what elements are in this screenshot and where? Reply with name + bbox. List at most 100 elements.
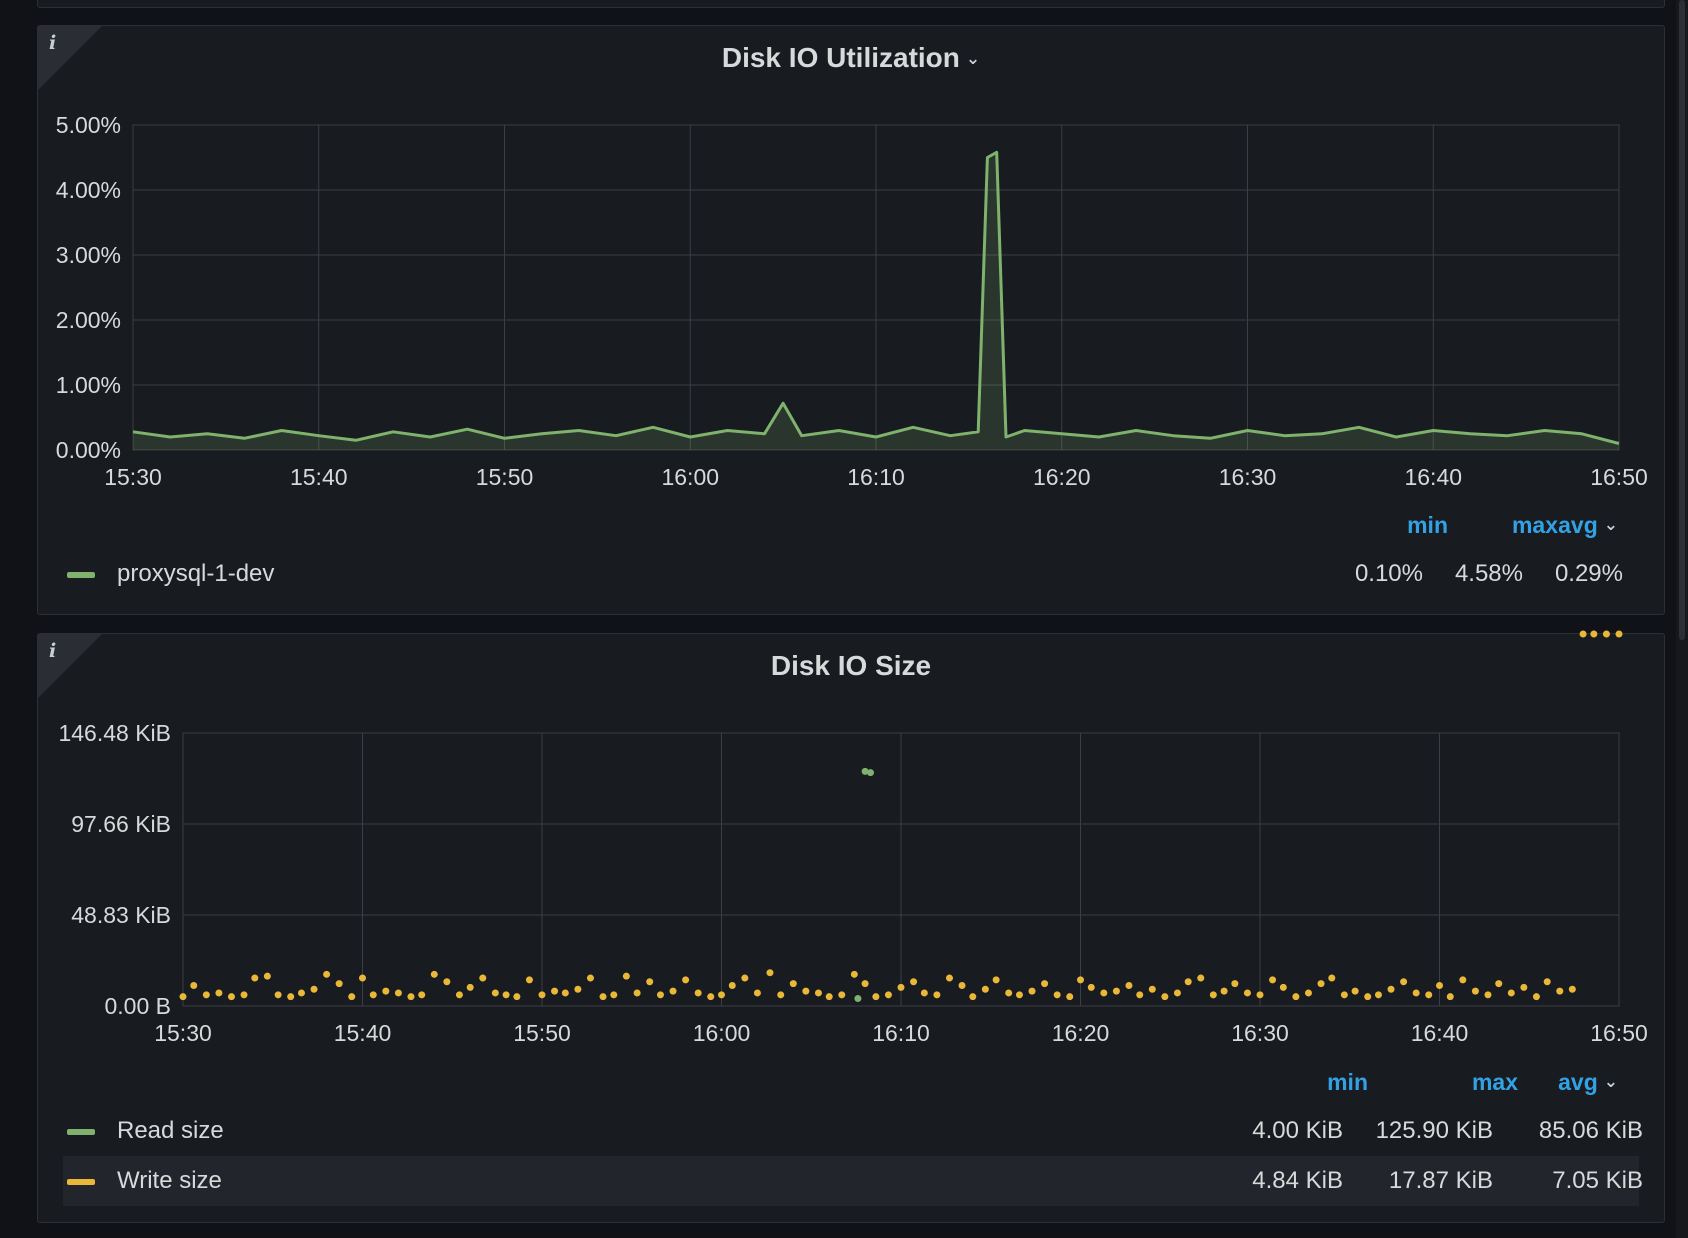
y-tick-label: 0.00%: [56, 437, 121, 463]
x-tick-label: 16:40: [1404, 464, 1462, 490]
data-point: [359, 974, 366, 982]
data-point: [777, 991, 785, 999]
data-point: [502, 991, 510, 999]
legend-swatch[interactable]: [67, 1179, 95, 1185]
data-point: [945, 974, 953, 982]
data-point: [969, 993, 977, 1001]
data-point: [825, 993, 833, 1001]
previous-panel-edge: [37, 0, 1665, 8]
data-point: [1015, 991, 1023, 999]
data-point: [586, 974, 594, 982]
legend-series-name[interactable]: Read size: [117, 1117, 224, 1145]
data-point: [1568, 985, 1576, 993]
data-point: [394, 989, 402, 997]
data-point: [814, 989, 822, 997]
data-point: [622, 972, 630, 980]
data-point: [1340, 991, 1348, 999]
data-point: [992, 976, 1000, 984]
legend-header-avg-label: avg: [1558, 512, 1598, 538]
x-tick-label: 16:30: [1231, 1020, 1289, 1046]
data-point: [718, 991, 725, 999]
data-point: [263, 972, 271, 980]
data-point: [1317, 980, 1325, 988]
data-point: [1615, 630, 1623, 638]
legend-row-proxysql[interactable]: proxysql-1-dev 0.10% 4.58% 0.29%: [63, 549, 1639, 599]
data-point: [1532, 993, 1540, 1001]
legend-row-write-size[interactable]: Write size 4.84 KiB 17.87 KiB 7.05 KiB: [63, 1156, 1643, 1206]
x-tick-label: 16:20: [1033, 464, 1091, 490]
data-point: [1112, 987, 1120, 995]
x-tick-label: 16:40: [1411, 1020, 1469, 1046]
data-point: [551, 987, 559, 995]
data-point: [861, 980, 869, 988]
data-point: [202, 991, 210, 999]
legend-header-min[interactable]: min: [1368, 512, 1448, 539]
data-point: [1292, 993, 1300, 1001]
data-point: [1136, 991, 1144, 999]
data-point: [656, 991, 664, 999]
data-point: [1579, 630, 1587, 638]
x-tick-label: 16:00: [693, 1020, 751, 1046]
legend-header-avg[interactable]: avg ⌄: [1538, 512, 1618, 539]
data-point: [274, 991, 282, 999]
data-point: [981, 985, 989, 993]
data-point: [789, 980, 797, 988]
y-tick-label: 5.00%: [56, 112, 121, 138]
data-point: [561, 989, 569, 997]
data-point: [1436, 981, 1443, 989]
legend-row-read-size[interactable]: Read size 4.00 KiB 125.90 KiB 85.06 KiB: [63, 1106, 1643, 1156]
data-point: [1374, 991, 1382, 999]
data-point: [179, 993, 187, 1001]
y-tick-label: 3.00%: [56, 242, 121, 268]
data-point: [227, 993, 235, 1001]
scrollbar-thumb[interactable]: [1679, 0, 1685, 640]
x-tick-label: 15:40: [290, 464, 348, 490]
data-point: [240, 991, 248, 999]
data-point: [323, 970, 331, 978]
data-point: [1495, 980, 1503, 988]
data-point: [1556, 987, 1564, 995]
legend-series-name[interactable]: Write size: [117, 1167, 222, 1195]
data-point: [443, 978, 451, 986]
legend-series-name[interactable]: proxysql-1-dev: [117, 560, 274, 588]
legend-header-avg[interactable]: avg ⌄: [1538, 1069, 1618, 1096]
data-point: [1053, 991, 1061, 999]
data-point: [1197, 974, 1205, 982]
data-point: [310, 985, 318, 993]
data-point: [933, 991, 941, 999]
data-point: [753, 989, 761, 997]
data-point: [430, 970, 438, 978]
data-point: [1446, 993, 1454, 1001]
legend-header-min[interactable]: min: [1278, 1069, 1368, 1096]
data-point: [491, 989, 499, 997]
disk-io-size-panel[interactable]: i Disk IO Size 0.00 B 48.83 KiB 97.66 KiB 1…: [37, 630, 1665, 1223]
data-point: [335, 980, 343, 988]
legend-min-value: 4.00 KiB: [1252, 1117, 1343, 1144]
legend-avg-value: 0.29%: [1554, 560, 1623, 587]
legend-swatch[interactable]: [67, 572, 95, 578]
data-point: [479, 974, 487, 982]
data-point: [1173, 989, 1181, 997]
y-tick-label: 97.66 KiB: [71, 811, 171, 837]
data-point: [669, 987, 677, 995]
data-point: [1161, 993, 1169, 1001]
data-point: [1484, 991, 1492, 999]
disk-io-utilization-panel[interactable]: i Disk IO Utilization ⌄ 0.00% 1.00% 2.00% 3.…: [37, 25, 1665, 615]
data-point: [682, 976, 690, 984]
data-point: [766, 969, 774, 977]
data-point: [866, 769, 874, 777]
data-point: [1100, 989, 1108, 997]
x-tick-label: 15:50: [476, 464, 534, 490]
x-tick-label: 16:50: [1590, 1020, 1648, 1046]
data-point: [1387, 985, 1395, 993]
data-point: [633, 989, 641, 997]
legend-swatch[interactable]: [67, 1129, 95, 1135]
page-scrollbar[interactable]: [1676, 0, 1688, 1238]
data-point: [455, 991, 463, 999]
legend-max-value: 17.87 KiB: [1388, 1167, 1493, 1194]
x-tick-label: 16:50: [1590, 464, 1648, 490]
legend-header-max[interactable]: max: [1428, 1069, 1518, 1096]
x-tick-label: 16:30: [1219, 464, 1277, 490]
data-point: [1125, 981, 1133, 989]
y-tick-label: 1.00%: [56, 372, 121, 398]
